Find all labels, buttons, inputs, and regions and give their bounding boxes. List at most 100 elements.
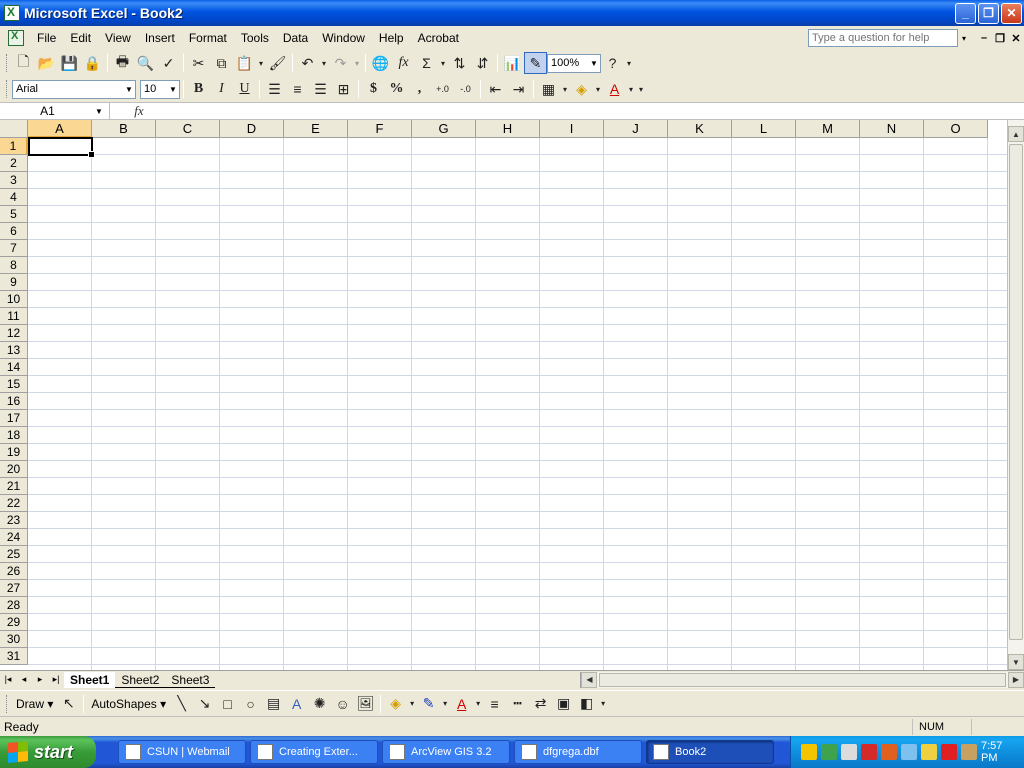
- column-header[interactable]: G: [412, 120, 476, 138]
- column-header[interactable]: F: [348, 120, 412, 138]
- font-size-select[interactable]: 10 ▼: [140, 79, 180, 99]
- dash-style-icon[interactable]: ┅: [506, 693, 529, 715]
- decrease-decimal-icon[interactable]: -.0: [454, 78, 477, 100]
- last-sheet-icon[interactable]: ▸|: [48, 674, 64, 685]
- redo-dropdown-icon[interactable]: ▾: [352, 52, 362, 74]
- permission-icon[interactable]: 🔒: [81, 52, 104, 74]
- autoshapes-menu-button[interactable]: AutoShapes ▾: [87, 694, 170, 714]
- fill-color-icon[interactable]: ◈: [570, 78, 593, 100]
- messenger-icon[interactable]: [901, 744, 917, 760]
- column-header[interactable]: N: [860, 120, 924, 138]
- drawing-icon[interactable]: ✎: [524, 52, 547, 74]
- row-header[interactable]: 30: [0, 631, 28, 648]
- toolbar-options-icon[interactable]: ▾: [624, 52, 634, 74]
- row-header[interactable]: 31: [0, 648, 28, 665]
- draw-menu-button[interactable]: Draw ▾: [12, 694, 57, 714]
- row-header[interactable]: 29: [0, 614, 28, 631]
- line-icon[interactable]: ╲: [170, 693, 193, 715]
- row-header[interactable]: 19: [0, 444, 28, 461]
- hyperlink-icon[interactable]: 🌐: [369, 52, 392, 74]
- network-icon[interactable]: [821, 744, 837, 760]
- print-preview-icon[interactable]: 🔍: [134, 52, 157, 74]
- undo-icon[interactable]: ↶: [296, 52, 319, 74]
- arrow-style-icon[interactable]: ⇄: [529, 693, 552, 715]
- active-cell-a1[interactable]: [28, 137, 95, 158]
- column-header[interactable]: O: [924, 120, 988, 138]
- row-header[interactable]: 16: [0, 393, 28, 410]
- diagram-icon[interactable]: ✺: [308, 693, 331, 715]
- security-icon[interactable]: [881, 744, 897, 760]
- column-header[interactable]: M: [796, 120, 860, 138]
- font-color-dropdown-icon[interactable]: ▾: [473, 693, 483, 715]
- volume-icon[interactable]: [841, 744, 857, 760]
- rectangle-icon[interactable]: □: [216, 693, 239, 715]
- task-button[interactable]: ArcView GIS 3.2: [382, 740, 510, 764]
- doc-restore-button[interactable]: ❐: [992, 32, 1008, 45]
- merge-center-icon[interactable]: ⊞: [332, 78, 355, 100]
- warning-icon[interactable]: [801, 744, 817, 760]
- row-header[interactable]: 24: [0, 529, 28, 546]
- close-button[interactable]: ✕: [1001, 2, 1022, 24]
- borders-icon[interactable]: ▦: [537, 78, 560, 100]
- format-painter-icon[interactable]: 🖌: [266, 52, 289, 74]
- menu-format[interactable]: Format: [182, 28, 234, 48]
- acrobat-tray-icon[interactable]: [941, 744, 957, 760]
- workbook-icon[interactable]: [8, 30, 24, 46]
- horizontal-scrollbar[interactable]: ◀ ▶: [580, 671, 1024, 688]
- row-header[interactable]: 17: [0, 410, 28, 427]
- row-header[interactable]: 13: [0, 342, 28, 359]
- task-button[interactable]: dfgrega.dbf: [514, 740, 642, 764]
- menu-tools[interactable]: Tools: [234, 28, 276, 48]
- menu-file[interactable]: File: [30, 28, 63, 48]
- tab-sheet3[interactable]: Sheet3: [165, 672, 216, 688]
- percent-button[interactable]: %: [385, 78, 408, 100]
- italic-button[interactable]: I: [210, 78, 233, 100]
- menu-edit[interactable]: Edit: [63, 28, 98, 48]
- scroll-right-icon[interactable]: ▶: [1008, 671, 1024, 688]
- restore-button[interactable]: ❐: [978, 2, 999, 24]
- font-select[interactable]: Arial ▼: [12, 79, 136, 99]
- menu-help[interactable]: Help: [372, 28, 411, 48]
- start-button[interactable]: start: [0, 736, 96, 768]
- row-header[interactable]: 14: [0, 359, 28, 376]
- doc-minimize-button[interactable]: –: [976, 32, 992, 44]
- align-left-icon[interactable]: ☰: [263, 78, 286, 100]
- chart-wizard-icon[interactable]: 📊: [501, 52, 524, 74]
- open-icon[interactable]: 📂: [35, 52, 58, 74]
- cut-icon[interactable]: ✂: [187, 52, 210, 74]
- font-color-dropdown-icon[interactable]: ▾: [626, 78, 636, 100]
- cell-area[interactable]: [28, 138, 1007, 670]
- insert-function-icon[interactable]: fx: [392, 52, 415, 74]
- align-right-icon[interactable]: ☰: [309, 78, 332, 100]
- menu-acrobat[interactable]: Acrobat: [411, 28, 466, 48]
- menu-data[interactable]: Data: [276, 28, 315, 48]
- column-header[interactable]: I: [540, 120, 604, 138]
- autosum-icon[interactable]: Σ: [415, 52, 438, 74]
- column-header[interactable]: J: [604, 120, 668, 138]
- row-header[interactable]: 26: [0, 563, 28, 580]
- column-header[interactable]: C: [156, 120, 220, 138]
- horizontal-scroll-thumb[interactable]: [599, 672, 1006, 687]
- column-header[interactable]: B: [92, 120, 156, 138]
- row-header[interactable]: 7: [0, 240, 28, 257]
- toolbar-options-icon[interactable]: ▾: [636, 78, 646, 100]
- menu-view[interactable]: View: [98, 28, 138, 48]
- prev-sheet-icon[interactable]: ◂: [16, 674, 32, 685]
- tab-sheet1[interactable]: Sheet1: [64, 671, 116, 688]
- row-header[interactable]: 11: [0, 308, 28, 325]
- row-header[interactable]: 15: [0, 376, 28, 393]
- sort-ascending-icon[interactable]: ⇅: [448, 52, 471, 74]
- row-header[interactable]: 20: [0, 461, 28, 478]
- scroll-down-icon[interactable]: ▼: [1008, 654, 1024, 670]
- save-icon[interactable]: 💾: [58, 52, 81, 74]
- vertical-scroll-thumb[interactable]: [1009, 144, 1023, 640]
- print-icon[interactable]: 🖶: [111, 52, 134, 74]
- zoom-select[interactable]: 100% ▼: [547, 53, 601, 73]
- row-header[interactable]: 27: [0, 580, 28, 597]
- toolbar-grip[interactable]: [6, 694, 9, 713]
- select-all-button[interactable]: [0, 120, 28, 138]
- help-icon[interactable]: ?: [601, 52, 624, 74]
- column-header[interactable]: H: [476, 120, 540, 138]
- excel-app-icon[interactable]: [4, 5, 20, 21]
- increase-indent-icon[interactable]: ⇥: [507, 78, 530, 100]
